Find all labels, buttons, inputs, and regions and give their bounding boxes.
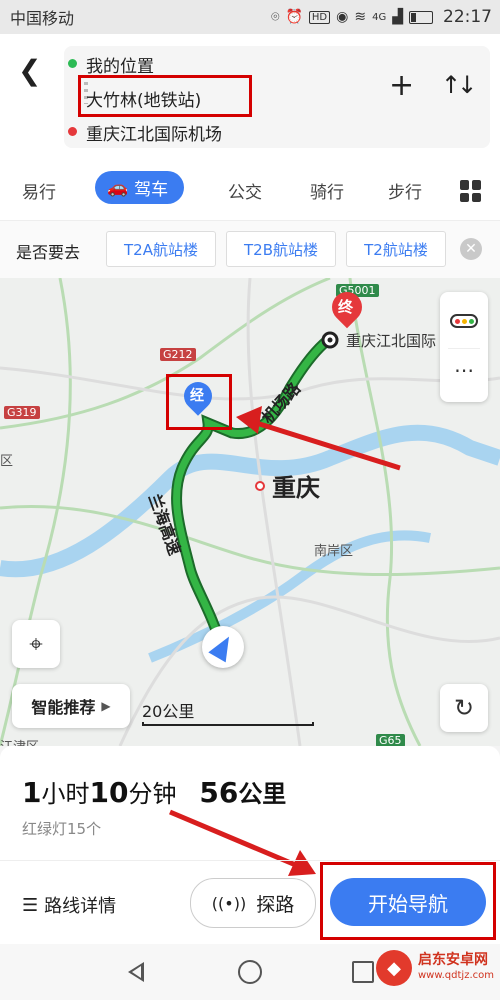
nav-back-icon[interactable] — [128, 962, 144, 982]
airport-label: 重庆江北国际 — [346, 332, 437, 350]
alarm-icon: ⏰ — [285, 9, 303, 25]
city-label: 重庆 — [272, 474, 320, 502]
watermark-logo-icon: ◆ — [376, 950, 412, 986]
destination-text: 重庆江北国际机场 — [86, 125, 222, 145]
chip-t2a[interactable]: T2A航站楼 — [106, 231, 216, 267]
district-label: 南岸区 — [314, 544, 354, 559]
suggest-question: 是否要去 — [16, 243, 81, 262]
watermark-text: 启东安卓网 www.qdtjz.com — [418, 952, 494, 984]
start-navigation-button[interactable]: 开始导航 — [330, 878, 486, 926]
smart-recommend-button[interactable]: 智能推荐 ▶ — [12, 684, 130, 728]
tab-transit[interactable]: 公交 — [228, 178, 262, 203]
map-view[interactable]: G5001 G212 G319 G65 终 重庆江北国际 经 机场路 兰海高速 … — [0, 278, 500, 746]
swap-icon[interactable]: ↑↓ — [441, 71, 477, 99]
tab-drive[interactable]: 🚗 驾车 — [95, 171, 185, 204]
watermark: ◆ 启东安卓网 www.qdtjz.com — [376, 950, 494, 986]
location-icon: ⌾ — [271, 9, 280, 25]
smart-recommend-label: 智能推荐 — [31, 698, 96, 717]
more-modes-grid-icon[interactable] — [460, 180, 482, 202]
origin-dot-icon — [68, 59, 77, 68]
wifi-icon: ≋ — [354, 9, 367, 25]
scale-label: 20公里 — [142, 702, 195, 721]
crosshair-icon: ⌖ — [29, 630, 43, 658]
tab-walk[interactable]: 步行 — [388, 178, 422, 203]
hd-icon: HD — [308, 10, 331, 24]
route-details-label: 路线详情 — [44, 896, 117, 917]
watermark-name: 启东安卓网 — [418, 952, 488, 968]
jiangjin-label: 江津区 — [0, 736, 39, 746]
watermark-url: www.qdtjz.com — [418, 970, 494, 981]
destination-field[interactable]: 重庆江北国际机场 — [68, 120, 222, 145]
road-tag-g65: G65 — [376, 734, 405, 746]
carrier-name: 中国移动 — [10, 9, 75, 28]
more-options-icon[interactable]: ⋯ — [454, 358, 474, 382]
plus-icon[interactable]: + — [389, 68, 414, 103]
nav-home-icon[interactable] — [238, 960, 262, 984]
destination-dot-icon — [68, 127, 77, 136]
network-label: 4G — [372, 11, 387, 23]
tab-cycle[interactable]: 骑行 — [310, 178, 344, 203]
origin-text: 我的位置 — [86, 57, 154, 77]
edge-district-label: 区 — [0, 454, 14, 469]
signal-icon: ▟ — [392, 9, 403, 25]
destination-marker-label: 终 — [338, 298, 354, 316]
traffic-toggle-icon[interactable] — [450, 314, 478, 328]
route-header: ❮ 我的位置 大竹林(地铁站) 重庆江北国际机场 + ↑↓ 易行 🚗 驾车 公交… — [0, 34, 500, 220]
divider — [0, 860, 500, 861]
close-icon[interactable]: ✕ — [460, 238, 482, 260]
eye-icon: ◉ — [336, 9, 349, 25]
chip-t2b[interactable]: T2B航站楼 — [226, 231, 336, 267]
broadcast-icon: ((•)) — [211, 893, 247, 913]
locate-button[interactable]: ⌖ — [12, 620, 60, 668]
route-summary-panel: 1小时10分钟 56公里 红绿灯15个 ☰ 路线详情 ((•)) 探路 开始导航 — [0, 746, 500, 944]
car-icon: 🚗 — [107, 177, 129, 198]
clock: 22:17 — [443, 7, 492, 27]
tab-drive-label: 驾车 — [134, 180, 169, 200]
navigation-arrow-icon — [202, 626, 244, 668]
destination-suggestions: 是否要去 T2A航站楼 T2B航站楼 T2航站楼 ✕ — [0, 220, 500, 279]
via-marker-label: 经 — [190, 388, 204, 404]
route-details-button[interactable]: ☰ 路线详情 — [22, 892, 116, 918]
origin-field[interactable]: 我的位置 — [68, 52, 154, 77]
map-layer-controls: ⋯ — [440, 292, 488, 402]
triangle-right-icon: ▶ — [101, 699, 111, 713]
refresh-icon: ↻ — [453, 694, 475, 722]
chip-t2[interactable]: T2航站楼 — [346, 231, 446, 267]
battery-icon — [409, 10, 433, 24]
road-tag-g212: G212 — [160, 348, 196, 361]
travel-mode-tabs: 易行 🚗 驾车 公交 骑行 步行 — [0, 168, 500, 220]
nav-recent-icon[interactable] — [352, 961, 374, 983]
road-tag-g319: G319 — [4, 406, 40, 419]
status-bar: 中国移动 ⌾ ⏰ HD ◉ ≋ 4G ▟ 22:17 — [0, 0, 500, 34]
explore-label: 探路 — [256, 893, 295, 916]
refresh-button[interactable]: ↻ — [440, 684, 488, 732]
start-navigation-label: 开始导航 — [368, 891, 448, 916]
scale-bar — [142, 722, 314, 726]
status-icons: ⌾ ⏰ HD ◉ ≋ 4G ▟ 22:17 — [271, 7, 492, 27]
list-icon: ☰ — [22, 894, 39, 916]
highlight-box-waypoint — [78, 75, 252, 117]
chevron-left-icon[interactable]: ❮ — [18, 54, 41, 87]
tab-easy[interactable]: 易行 — [22, 178, 56, 203]
explore-route-button[interactable]: ((•)) 探路 — [190, 878, 316, 928]
